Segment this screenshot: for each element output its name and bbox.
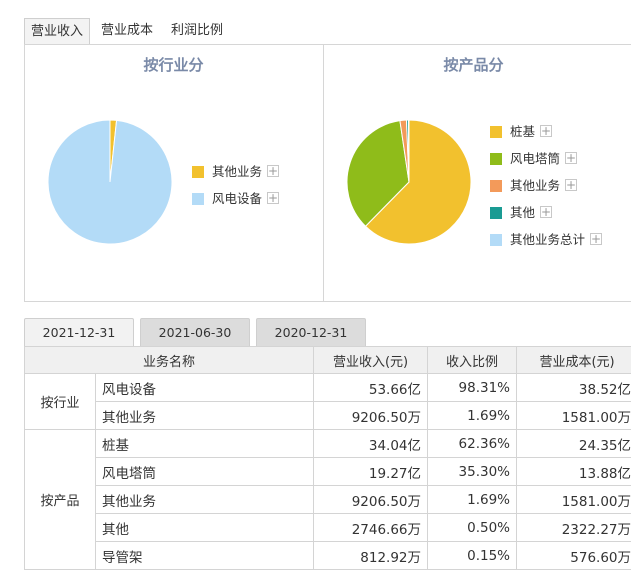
legend-label: 其他业务 <box>212 164 262 180</box>
row-cost: 1581.00万 <box>517 402 631 430</box>
legend-swatch <box>490 180 502 192</box>
legend-swatch <box>490 234 502 246</box>
row-revenue: 53.66亿 <box>314 374 428 402</box>
row-ratio: 0.50% <box>428 514 517 542</box>
legend-swatch <box>490 153 502 165</box>
row-name: 导管架 <box>96 542 314 570</box>
table-row: 按产品 桩基 34.04亿 62.36% 24.35亿 <box>25 430 631 458</box>
row-cost: 576.60万 <box>517 542 631 570</box>
header-business-name: 业务名称 <box>25 347 314 374</box>
row-name: 其他业务 <box>96 486 314 514</box>
legend-label: 风电设备 <box>212 191 262 207</box>
row-cost: 13.88亿 <box>517 458 631 486</box>
row-revenue: 19.27亿 <box>314 458 428 486</box>
panel-divider <box>323 45 324 302</box>
tab-cost[interactable]: 营业成本 <box>94 18 160 44</box>
row-name: 其他业务 <box>96 402 314 430</box>
chart-title-industry: 按行业分 <box>24 54 323 75</box>
tab-profit-ratio[interactable]: 利润比例 <box>164 18 230 44</box>
expand-plus-icon[interactable]: + <box>267 165 279 177</box>
legend-item-1-0[interactable]: 桩基 + <box>490 124 554 140</box>
row-ratio: 1.69% <box>428 402 517 430</box>
header-revenue: 营业收入(元) <box>314 347 428 374</box>
row-cost: 38.52亿 <box>517 374 631 402</box>
legend-label: 其他 <box>510 205 535 221</box>
expand-plus-icon[interactable]: + <box>590 233 602 245</box>
legend-item-0-1[interactable]: 风电设备 + <box>192 191 281 207</box>
date-tab-2021-12-31[interactable]: 2021-12-31 <box>24 318 134 346</box>
pie-slice-1-4[interactable] <box>408 120 409 182</box>
date-tab-2020-12-31[interactable]: 2020-12-31 <box>256 318 366 346</box>
legend-swatch <box>490 207 502 219</box>
tab-revenue[interactable]: 营业收入 <box>24 18 90 44</box>
table-row: 按行业 风电设备 53.66亿 98.31% 38.52亿 <box>25 374 631 402</box>
row-cost: 1581.00万 <box>517 486 631 514</box>
row-ratio: 62.36% <box>428 430 517 458</box>
table-row: 风电塔筒 19.27亿 35.30% 13.88亿 <box>25 458 631 486</box>
legend-swatch <box>490 126 502 138</box>
legend-label: 其他业务总计 <box>510 232 585 248</box>
row-cost: 24.35亿 <box>517 430 631 458</box>
row-name: 风电设备 <box>96 374 314 402</box>
row-ratio: 98.31% <box>428 374 517 402</box>
group-label-product: 按产品 <box>25 430 96 570</box>
table-row: 导管架 812.92万 0.15% 576.60万 <box>25 542 631 570</box>
legend-item-1-4[interactable]: 其他业务总计 + <box>490 232 604 248</box>
row-revenue: 9206.50万 <box>314 402 428 430</box>
row-revenue: 9206.50万 <box>314 486 428 514</box>
legend-item-1-1[interactable]: 风电塔筒 + <box>490 151 579 167</box>
row-revenue: 2746.66万 <box>314 514 428 542</box>
row-cost: 2322.27万 <box>517 514 631 542</box>
table-header-row: 业务名称 营业收入(元) 收入比例 营业成本(元) <box>25 347 631 374</box>
date-tab-2021-06-30[interactable]: 2021-06-30 <box>140 318 250 346</box>
legend-item-0-0[interactable]: 其他业务 + <box>192 164 281 180</box>
row-ratio: 0.15% <box>428 542 517 570</box>
revenue-table: 业务名称 营业收入(元) 收入比例 营业成本(元) 按行业 风电设备 53.66… <box>24 346 631 570</box>
legend-label: 其他业务 <box>510 178 560 194</box>
header-revenue-ratio: 收入比例 <box>428 347 517 374</box>
group-label-industry: 按行业 <box>25 374 96 430</box>
table-row: 其他业务 9206.50万 1.69% 1581.00万 <box>25 486 631 514</box>
pie-chart-industry <box>46 118 174 246</box>
row-ratio: 1.69% <box>428 486 517 514</box>
row-name: 桩基 <box>96 430 314 458</box>
row-revenue: 34.04亿 <box>314 430 428 458</box>
legend-swatch <box>192 166 204 178</box>
expand-plus-icon[interactable]: + <box>565 179 577 191</box>
row-revenue: 812.92万 <box>314 542 428 570</box>
expand-plus-icon[interactable]: + <box>267 192 279 204</box>
chart-title-product: 按产品分 <box>324 54 623 75</box>
row-name: 其他 <box>96 514 314 542</box>
table-row: 其他业务 9206.50万 1.69% 1581.00万 <box>25 402 631 430</box>
expand-plus-icon[interactable]: + <box>565 152 577 164</box>
legend-item-1-3[interactable]: 其他 + <box>490 205 554 221</box>
expand-plus-icon[interactable]: + <box>540 206 552 218</box>
table-row: 其他 2746.66万 0.50% 2322.27万 <box>25 514 631 542</box>
legend-label: 桩基 <box>510 124 535 140</box>
row-ratio: 35.30% <box>428 458 517 486</box>
row-name: 风电塔筒 <box>96 458 314 486</box>
pie-slice-0-1[interactable] <box>48 120 172 244</box>
pie-chart-product <box>345 118 473 246</box>
legend-label: 风电塔筒 <box>510 151 560 167</box>
legend-swatch <box>192 193 204 205</box>
expand-plus-icon[interactable]: + <box>540 125 552 137</box>
legend-item-1-2[interactable]: 其他业务 + <box>490 178 579 194</box>
top-tabs: 营业收入 营业成本 利润比例 <box>24 18 631 44</box>
header-cost: 营业成本(元) <box>517 347 631 374</box>
